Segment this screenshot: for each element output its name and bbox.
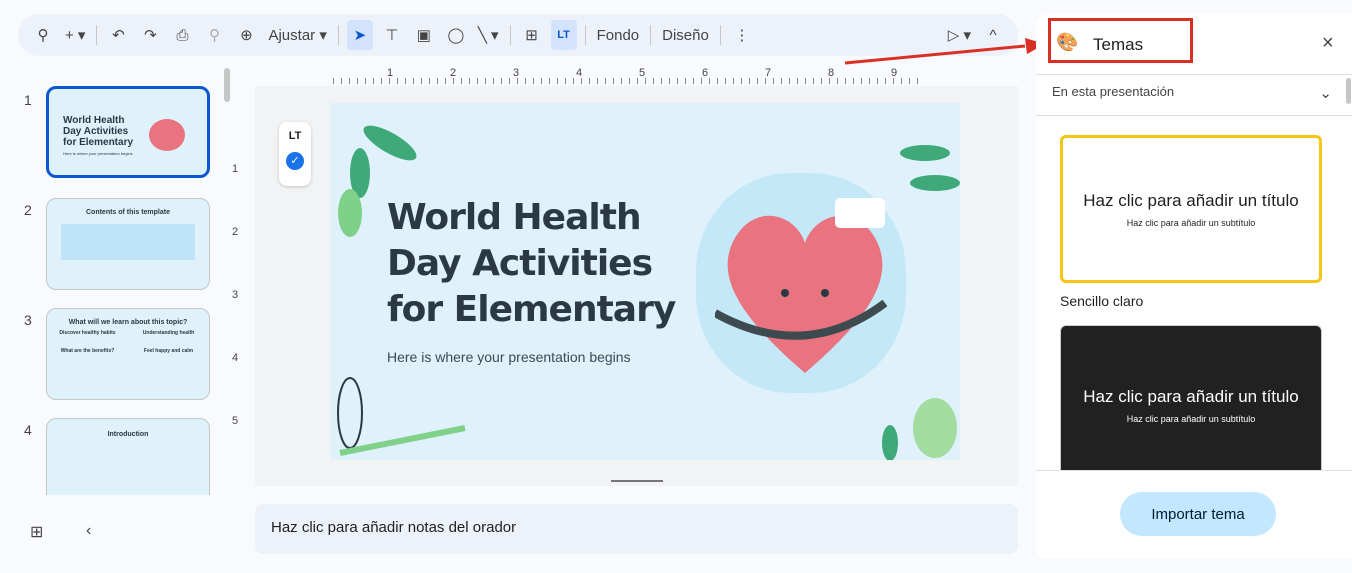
languagetool-icon[interactable]: LT [550,20,577,50]
more-icon[interactable]: ⋮ [729,20,755,50]
select-cursor-icon[interactable]: ➤ [346,20,373,50]
languagetool-widget[interactable]: LT ✓ [279,122,311,186]
import-theme-button[interactable]: Importar tema [1120,492,1276,536]
slide-thumbnail-4[interactable]: Introduction [46,418,210,495]
theme-name: Sencillo claro [1060,293,1144,309]
thumb-table [61,224,195,260]
thumb-item: Feel happy and calm [143,348,194,354]
ruler-tick: 6 [702,67,709,79]
ruler-tick: 3 [232,289,239,301]
slide-number: 2 [24,202,32,218]
ruler-tick: 2 [450,67,457,79]
themes-panel: 🎨 Temas × En esta presentación ⌄ Haz cli… [1036,14,1352,559]
panel-scrollbar[interactable] [1346,78,1351,104]
filter-label: En esta presentación [1052,84,1175,99]
divider [337,25,339,45]
check-icon: ✓ [286,152,304,170]
speaker-notes[interactable]: Haz clic para añadir notas del orador [255,504,1018,554]
ruler-tick: 7 [765,67,772,79]
slide-thumbnail-3[interactable]: What will we learn about this topic? Dis… [46,308,210,400]
slide-number: 4 [24,422,32,438]
divider [584,25,586,45]
divider [650,25,652,45]
zoom-icon[interactable]: ⊕ [233,20,259,50]
thumb-title: Introduction [107,431,149,438]
image-icon[interactable]: ▣ [411,20,437,50]
thumb-title: What will we learn about this topic? [68,319,188,326]
filmstrip-scrollbar[interactable] [224,68,230,102]
leaf-decoration [882,398,957,460]
ruler-tick: 3 [513,67,520,79]
ruler-tick: 2 [232,226,239,238]
palette-icon: 🎨 [1056,32,1079,52]
theme-preview-subtitle: Haz clic para añadir un subtítulo [1126,218,1256,228]
zoom-label: Ajustar [268,26,316,44]
thumb-title: Contents of this template [85,209,170,216]
divider [96,25,98,45]
collapse-filmstrip-icon[interactable]: ‹ [86,522,91,540]
thumb-item: Discover healthy habits [59,330,116,336]
ruler-tick: 5 [232,415,239,427]
divider [509,25,511,45]
line-icon[interactable]: ╲ ▾ [475,20,502,50]
redo-icon[interactable]: ↷ [137,20,163,50]
slide-title[interactable]: World Health Day Activities for Elementa… [387,195,676,333]
divider [719,25,721,45]
ruler-tick: 4 [576,67,583,79]
title-line: World Health [387,197,642,238]
panel-title: Temas [1093,35,1144,54]
theme-preview-subtitle: Haz clic para añadir un subtítulo [1126,414,1256,424]
theme-simple-dark[interactable]: Haz clic para añadir un título Haz clic … [1060,325,1322,470]
text-box-icon[interactable]: ⊤ [379,20,405,50]
close-icon[interactable]: × [1322,32,1334,55]
grid-view-icon[interactable]: ⊞ [30,522,43,542]
title-line: for Elementary [387,289,676,330]
heart-illustration [149,119,185,151]
slide-subtitle[interactable]: Here is where your presentation begins [387,349,631,365]
slide[interactable]: World Health Day Activities for Elementa… [330,103,960,460]
thumb-item: What are the benefits? [60,348,115,354]
thumb-item: Understanding health [142,330,195,336]
slide-thumbnail-2[interactable]: Contents of this template [46,198,210,290]
slide-thumbnail-1[interactable]: World Health Day Activities for Elementa… [46,86,210,178]
zoom-select[interactable]: Ajustar ▾ [265,20,329,50]
heart-illustration [715,198,888,373]
search-icon[interactable]: ⚲ [30,20,56,50]
languagetool-icon: LT [288,130,302,142]
thumb-title: World Health Day Activities for Elementa… [63,115,134,148]
ruler-tick: 1 [232,163,239,175]
ruler-tick: 4 [232,352,239,364]
filmstrip[interactable]: 1 World Health Day Activities for Elemen… [0,80,230,495]
comment-icon[interactable]: ⊞ [519,20,545,50]
print-icon[interactable]: ⎙ [169,20,195,50]
slide-number: 3 [24,312,32,328]
ruler-tick: 1 [387,67,394,79]
annotation-arrow [844,38,1045,65]
chevron-down-icon: ⌄ [1319,85,1332,102]
theme-simple-light[interactable]: Haz clic para añadir un título Haz clic … [1060,135,1322,283]
vertical-ruler: 1 2 3 4 5 [232,103,250,463]
undo-icon[interactable]: ↶ [105,20,131,50]
slide-number: 1 [24,92,32,108]
leaf-decoration [900,145,960,191]
ruler-tick: 5 [639,67,646,79]
thumb-subtitle: Here is where your presentation begins [63,151,133,156]
notes-resize-handle[interactable] [611,480,663,482]
background-button[interactable]: Fondo [594,20,643,50]
theme-filter-dropdown[interactable]: En esta presentación ⌄ [1052,84,1332,108]
new-slide-button[interactable]: + ▾ [62,20,88,50]
theme-preview-title: Haz clic para añadir un título [1083,387,1299,406]
title-line: Day Activities [387,243,653,284]
layout-button[interactable]: Diseño [659,20,712,50]
leaf-decoration [337,377,466,456]
shape-icon[interactable]: ◯ [443,20,469,50]
theme-preview-title: Haz clic para añadir un título [1083,191,1299,210]
paint-format-icon[interactable]: ⚲ [201,20,227,50]
